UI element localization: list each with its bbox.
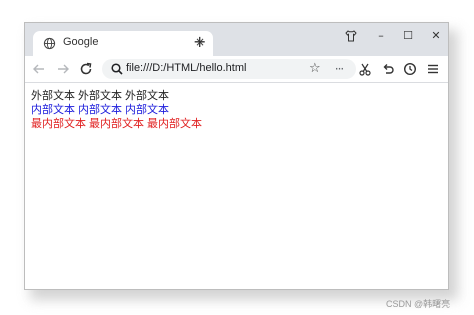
innermost-text: 最内部文本 <box>31 117 86 130</box>
title-bar: Google × + – ☐ ✕ <box>25 23 448 56</box>
outer-text: 外部文本 <box>78 89 122 102</box>
outer-text-line: 外部文本 外部文本 外部文本 <box>31 89 205 103</box>
innermost-text: 最内部文本 <box>89 117 144 130</box>
forward-arrow-icon[interactable] <box>55 61 71 77</box>
undo-icon[interactable] <box>380 61 396 77</box>
innermost-text: 最内部文本 <box>147 117 202 130</box>
maximize-button[interactable]: ☐ <box>400 28 416 44</box>
innermost-text-line: 最内部文本 最内部文本 最内部文本 <box>31 117 205 131</box>
page-content: 外部文本 外部文本 外部文本 内部文本 内部文本 内部文本 最内部文本 最内部文本 最内部文… <box>31 89 205 131</box>
tab-google[interactable]: Google × <box>33 31 213 56</box>
inner-text: 内部文本 <box>125 103 169 116</box>
csdn-watermark: CSDN @韩曙亮 <box>386 299 451 309</box>
scissors-icon[interactable] <box>357 61 373 77</box>
close-window-button[interactable]: ✕ <box>428 28 444 44</box>
menu-icon[interactable] <box>425 61 441 77</box>
url-text[interactable]: file:///D:/HTML/hello.html <box>126 62 246 74</box>
tab-title: Google <box>63 36 99 48</box>
screenshot-stage: Google × + – ☐ ✕ file:///D:/HTML/hello.h… <box>0 0 474 315</box>
inner-text-line: 内部文本 内部文本 内部文本 <box>31 103 205 117</box>
reload-icon[interactable] <box>78 61 94 77</box>
more-icon[interactable]: ··· <box>331 61 347 77</box>
shirt-icon[interactable] <box>343 28 359 44</box>
history-icon[interactable] <box>402 61 418 77</box>
minimize-button[interactable]: – <box>373 28 389 44</box>
new-tab-button[interactable]: + <box>193 34 206 50</box>
search-icon <box>111 63 123 75</box>
toolbar: file:///D:/HTML/hello.html ☆ ··· <box>25 56 448 83</box>
globe-icon <box>43 37 56 50</box>
star-icon[interactable]: ☆ <box>309 60 321 78</box>
address-bar[interactable]: file:///D:/HTML/hello.html ☆ <box>102 59 356 79</box>
outer-text: 外部文本 <box>31 89 75 102</box>
inner-text: 内部文本 <box>31 103 75 116</box>
outer-text: 外部文本 <box>125 89 169 102</box>
inner-text: 内部文本 <box>78 103 122 116</box>
browser-window: Google × + – ☐ ✕ file:///D:/HTML/hello.h… <box>24 22 449 290</box>
back-arrow-icon[interactable] <box>31 61 47 77</box>
